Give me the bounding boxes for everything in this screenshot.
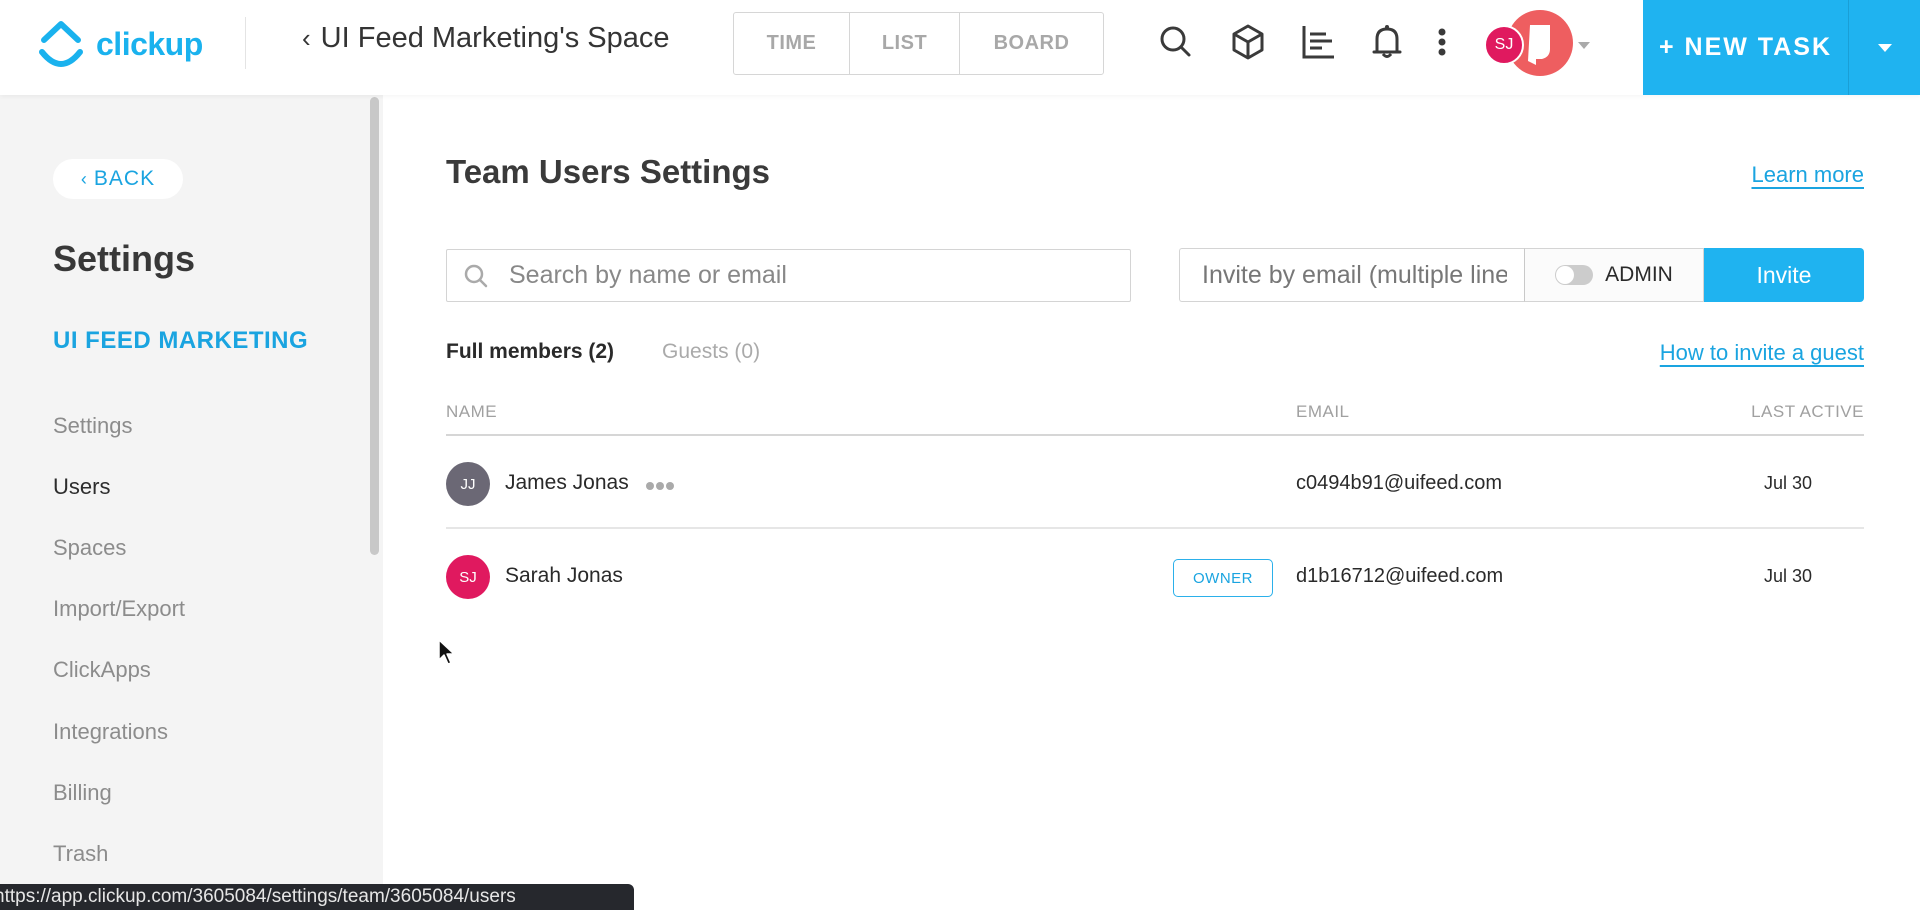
header-divider bbox=[245, 17, 246, 69]
invite-email-input[interactable] bbox=[1202, 260, 1507, 290]
dot bbox=[656, 482, 664, 490]
tab-time[interactable]: TIME bbox=[734, 13, 850, 74]
search-icon bbox=[464, 264, 488, 287]
members-table: NAME EMAIL LAST ACTIVE JJ James Jonas c0… bbox=[446, 396, 1864, 622]
team-name: UI FEED MARKETING bbox=[53, 327, 309, 354]
notifications-button[interactable] bbox=[1365, 20, 1409, 64]
column-last-active[interactable]: LAST ACTIVE bbox=[1751, 402, 1864, 422]
invite-form: ADMIN Invite bbox=[1179, 248, 1864, 302]
sidebar-item-trash[interactable]: Trash bbox=[53, 823, 185, 884]
invite-button[interactable]: Invite bbox=[1704, 248, 1864, 302]
dashboard-icon bbox=[1302, 26, 1334, 59]
owner-badge: OWNER bbox=[1173, 559, 1273, 597]
box-button[interactable] bbox=[1226, 20, 1270, 64]
invite-guest-help-link[interactable]: How to invite a guest bbox=[1660, 340, 1864, 366]
member-last-active: Jul 30 bbox=[1763, 473, 1812, 493]
member-email: d1b16712@uifeed.com bbox=[1296, 565, 1504, 587]
bell-icon bbox=[1372, 25, 1402, 58]
member-tabs: Full members (2) Guests (0) bbox=[446, 340, 808, 364]
member-options-button[interactable] bbox=[646, 482, 676, 490]
column-name[interactable]: NAME bbox=[446, 402, 497, 422]
tab-guests[interactable]: Guests (0) bbox=[662, 340, 760, 364]
view-tabs: TIME LIST BOARD bbox=[733, 12, 1104, 75]
clickup-logo[interactable]: clickup bbox=[36, 18, 203, 70]
invite-email-field[interactable] bbox=[1179, 248, 1524, 302]
search-button[interactable] bbox=[1154, 20, 1198, 64]
logo-text: clickup bbox=[96, 25, 203, 62]
admin-toggle-switch[interactable] bbox=[1555, 265, 1594, 285]
box-icon bbox=[1232, 24, 1264, 60]
table-row: JJ James Jonas c0494b91@uifeed.com Jul 3… bbox=[446, 436, 1864, 529]
more-menu-button[interactable] bbox=[1420, 20, 1464, 64]
tab-full-members[interactable]: Full members (2) bbox=[446, 340, 614, 364]
admin-label: ADMIN bbox=[1605, 263, 1673, 286]
status-url-text: https://app.clickup.com/3605084/settings… bbox=[0, 886, 516, 907]
member-name: Sarah Jonas bbox=[505, 564, 623, 587]
avatar: SJ bbox=[446, 555, 490, 599]
member-email: c0494b91@uifeed.com bbox=[1296, 472, 1502, 494]
chevron-left-icon: ‹ bbox=[80, 168, 88, 189]
admin-toggle[interactable]: ADMIN bbox=[1524, 248, 1704, 302]
tab-list[interactable]: LIST bbox=[850, 13, 960, 74]
caret-down-icon bbox=[1877, 43, 1892, 52]
dot bbox=[666, 482, 674, 490]
table-row: SJ Sarah Jonas OWNER d1b16712@uifeed.com… bbox=[446, 529, 1864, 622]
dot bbox=[646, 482, 654, 490]
dashboard-button[interactable] bbox=[1296, 20, 1340, 64]
mouse-cursor-icon bbox=[438, 639, 455, 665]
chevron-left-icon: ‹ bbox=[302, 23, 311, 53]
user-menu[interactable]: SJ bbox=[1482, 9, 1573, 79]
caret-down-icon[interactable] bbox=[1578, 42, 1590, 49]
sidebar-item-spaces[interactable]: Spaces bbox=[53, 517, 185, 578]
sidebar-title: Settings bbox=[53, 238, 196, 279]
member-search[interactable] bbox=[446, 249, 1131, 302]
sidebar-scrollbar[interactable] bbox=[370, 97, 379, 555]
new-task-dropdown-button[interactable] bbox=[1848, 0, 1920, 95]
user-avatar: SJ bbox=[1484, 25, 1524, 65]
member-last-active: Jul 30 bbox=[1763, 566, 1812, 586]
sidebar-item-import-export[interactable]: Import/Export bbox=[53, 579, 185, 640]
page-title: Team Users Settings bbox=[446, 153, 771, 190]
sidebar-item-users[interactable]: Users bbox=[53, 456, 185, 517]
sidebar-item-integrations[interactable]: Integrations bbox=[53, 701, 185, 762]
more-vertical-icon bbox=[1438, 28, 1446, 56]
sidebar-item-settings[interactable]: Settings bbox=[53, 395, 185, 456]
avatar: JJ bbox=[446, 462, 490, 506]
sidebar-item-clickapps[interactable]: ClickApps bbox=[53, 640, 185, 701]
search-icon bbox=[1160, 26, 1191, 57]
new-task-button[interactable]: + NEW TASK bbox=[1643, 0, 1848, 95]
top-bar: clickup ‹ UI Feed Marketing's Space TIME… bbox=[0, 0, 1920, 95]
sidebar-item-billing[interactable]: Billing bbox=[53, 762, 185, 823]
learn-more-link[interactable]: Learn more bbox=[1751, 162, 1864, 188]
status-bar-url: https://app.clickup.com/3605084/settings… bbox=[0, 884, 634, 910]
column-email[interactable]: EMAIL bbox=[1296, 402, 1350, 422]
toggle-knob bbox=[1556, 266, 1575, 284]
back-button[interactable]: ‹ BACK bbox=[53, 159, 183, 199]
back-label: BACK bbox=[93, 167, 156, 190]
space-breadcrumb[interactable]: ‹ UI Feed Marketing's Space bbox=[302, 22, 670, 55]
search-input[interactable] bbox=[509, 261, 1109, 290]
member-name: James Jonas bbox=[505, 471, 629, 494]
table-header: NAME EMAIL LAST ACTIVE bbox=[446, 396, 1864, 436]
clickup-logo-icon bbox=[39, 21, 83, 67]
space-title: UI Feed Marketing's Space bbox=[320, 22, 670, 54]
sidebar-nav: Settings Users Spaces Import/Export Clic… bbox=[53, 395, 185, 885]
tab-board[interactable]: BOARD bbox=[960, 13, 1103, 74]
